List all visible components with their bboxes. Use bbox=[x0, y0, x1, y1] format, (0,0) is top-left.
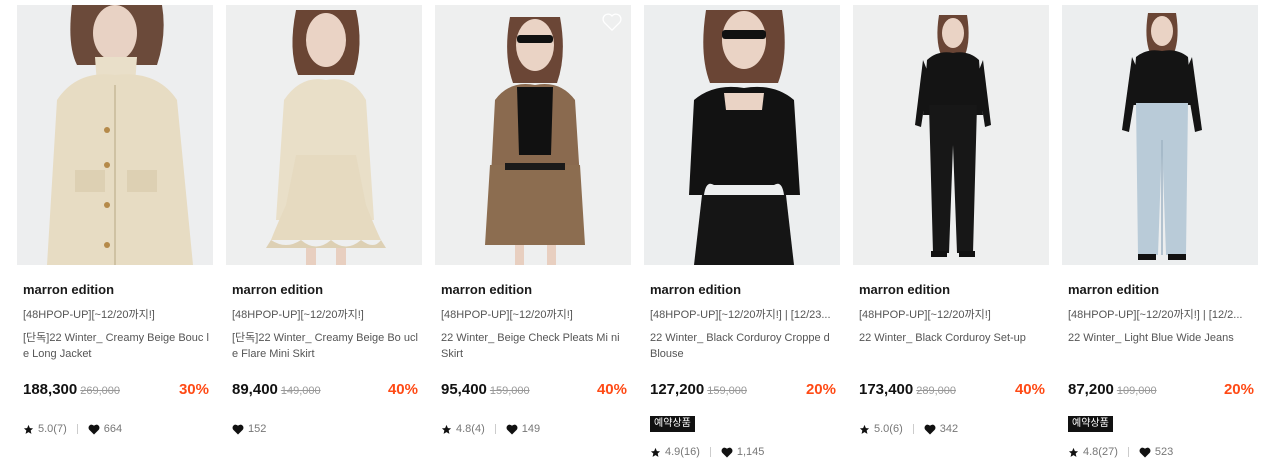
likes-count: 523 bbox=[1154, 446, 1174, 458]
product-card[interactable]: marron edition [48HPOP-UP][~12/20까지!] 22… bbox=[435, 5, 631, 473]
product-title[interactable]: [단독]22 Winter_ Creamy Beige Bo ucle Flar… bbox=[232, 330, 418, 362]
discount-rate: 20% bbox=[805, 381, 836, 398]
rating-value: 4.9(16) bbox=[665, 446, 700, 458]
promo-label: [48HPOP-UP][~12/20까지!] | [12/2... bbox=[1068, 309, 1243, 321]
brand-name[interactable]: marron edition bbox=[23, 282, 114, 297]
rating-value: 5.0(7) bbox=[38, 423, 67, 435]
heart-icon bbox=[721, 447, 733, 458]
price-row: 87,200 109,000 20% bbox=[1068, 381, 1254, 401]
discount-rate: 40% bbox=[387, 381, 418, 398]
sale-price: 95,400 bbox=[441, 381, 487, 398]
sale-price: 87,200 bbox=[1068, 381, 1114, 398]
original-price: 159,000 bbox=[707, 385, 747, 397]
product-image[interactable] bbox=[226, 5, 422, 265]
rating-value: 5.0(6) bbox=[874, 423, 903, 435]
price-row: 188,300 269,000 30% bbox=[23, 381, 209, 401]
likes-count: 149 bbox=[521, 423, 541, 435]
likes-count: 1,145 bbox=[736, 446, 765, 458]
discount-rate: 40% bbox=[1014, 381, 1045, 398]
price-row: 127,200 159,000 20% bbox=[650, 381, 836, 401]
divider bbox=[494, 424, 496, 434]
original-price: 109,000 bbox=[1116, 385, 1157, 397]
brand-name[interactable]: marron edition bbox=[650, 282, 741, 297]
product-image[interactable] bbox=[853, 5, 1049, 265]
product-stats: 5.0(7) 664 bbox=[23, 423, 122, 435]
star-icon bbox=[23, 424, 34, 435]
discount-rate: 40% bbox=[596, 381, 627, 398]
product-card[interactable]: marron edition [48HPOP-UP][~12/20까지!] [단… bbox=[226, 5, 422, 473]
original-price: 289,000 bbox=[916, 385, 956, 397]
rating-value: 4.8(27) bbox=[1083, 446, 1118, 458]
discount-rate: 30% bbox=[178, 381, 209, 398]
product-grid: marron edition [48HPOP-UP][~12/20까지!] [단… bbox=[0, 0, 1261, 476]
product-card[interactable]: marron edition [48HPOP-UP][~12/20까지!] [단… bbox=[17, 5, 213, 473]
divider bbox=[76, 424, 78, 434]
likes-count: 152 bbox=[248, 423, 267, 435]
heart-icon bbox=[924, 424, 936, 435]
product-image[interactable] bbox=[435, 5, 631, 265]
product-card[interactable]: marron edition [48HPOP-UP][~12/20까지!] 22… bbox=[853, 5, 1049, 473]
promo-label: [48HPOP-UP][~12/20까지!] | [12/23... bbox=[650, 309, 831, 321]
price-row: 95,400 159,000 40% bbox=[441, 381, 627, 401]
product-stats: 5.0(6) 342 bbox=[859, 423, 958, 435]
star-icon bbox=[441, 424, 452, 435]
product-stats: 152 bbox=[232, 423, 266, 435]
likes-count: 342 bbox=[939, 423, 959, 435]
likes-count: 664 bbox=[103, 423, 123, 435]
product-title[interactable]: 22 Winter_ Black Corduroy Croppe d Blous… bbox=[650, 330, 836, 362]
product-stats: 4.8(4) 149 bbox=[441, 423, 540, 435]
product-card[interactable]: marron edition [48HPOP-UP][~12/20까지!] | … bbox=[644, 5, 840, 473]
price-row: 173,400 289,000 40% bbox=[859, 381, 1045, 401]
heart-icon bbox=[1139, 447, 1151, 458]
brand-name[interactable]: marron edition bbox=[441, 282, 532, 297]
product-title[interactable]: 22 Winter_ Light Blue Wide Jeans bbox=[1068, 330, 1254, 346]
promo-label: [48HPOP-UP][~12/20까지!] bbox=[441, 309, 573, 321]
product-image[interactable] bbox=[644, 5, 840, 265]
product-image[interactable] bbox=[1062, 5, 1258, 265]
price-row: 89,400 149,000 40% bbox=[232, 381, 418, 401]
star-icon bbox=[859, 424, 870, 435]
star-icon bbox=[1068, 447, 1079, 458]
wishlist-button[interactable] bbox=[601, 11, 623, 33]
product-stats: 4.8(27) 523 bbox=[1068, 446, 1173, 458]
product-title[interactable]: [단독]22 Winter_ Creamy Beige Bouc le Long… bbox=[23, 330, 209, 362]
star-icon bbox=[650, 447, 661, 458]
product-title[interactable]: 22 Winter_ Beige Check Pleats Mi ni Skir… bbox=[441, 330, 627, 362]
divider bbox=[1127, 447, 1129, 457]
promo-label: [48HPOP-UP][~12/20까지!] bbox=[232, 309, 364, 321]
reservation-badge: 예약상품 bbox=[1068, 416, 1113, 432]
product-stats: 4.9(16) 1,145 bbox=[650, 446, 764, 458]
heart-icon bbox=[88, 424, 100, 435]
divider bbox=[709, 447, 711, 457]
promo-label: [48HPOP-UP][~12/20까지!] bbox=[23, 309, 155, 321]
brand-name[interactable]: marron edition bbox=[859, 282, 950, 297]
heart-outline-icon bbox=[602, 13, 622, 31]
sale-price: 89,400 bbox=[232, 381, 278, 398]
promo-label: [48HPOP-UP][~12/20까지!] bbox=[859, 309, 991, 321]
heart-icon bbox=[232, 424, 244, 435]
heart-icon bbox=[506, 424, 518, 435]
original-price: 269,000 bbox=[80, 385, 120, 397]
brand-name[interactable]: marron edition bbox=[232, 282, 323, 297]
product-card[interactable]: marron edition [48HPOP-UP][~12/20까지!] | … bbox=[1062, 5, 1258, 473]
rating-value: 4.8(4) bbox=[456, 423, 485, 435]
reservation-badge: 예약상품 bbox=[650, 416, 695, 432]
sale-price: 173,400 bbox=[859, 381, 914, 398]
original-price: 149,000 bbox=[280, 385, 321, 397]
product-title[interactable]: 22 Winter_ Black Corduroy Set-up bbox=[859, 330, 1045, 346]
original-price: 159,000 bbox=[489, 385, 530, 397]
sale-price: 188,300 bbox=[23, 381, 78, 398]
product-image[interactable] bbox=[17, 5, 213, 265]
divider bbox=[912, 424, 914, 434]
discount-rate: 20% bbox=[1223, 381, 1254, 398]
sale-price: 127,200 bbox=[650, 381, 705, 398]
brand-name[interactable]: marron edition bbox=[1068, 282, 1159, 297]
